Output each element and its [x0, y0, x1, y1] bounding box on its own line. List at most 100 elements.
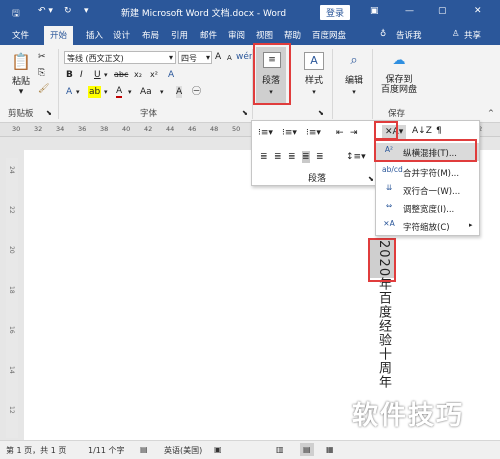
sort-icon[interactable]: A↓Z	[412, 125, 432, 137]
share-button[interactable]: 共享	[464, 29, 481, 41]
menu-item-label: 合并字符(M)...	[403, 169, 460, 179]
close-icon[interactable]: ✕	[474, 6, 482, 16]
superscript-button[interactable]: x²	[150, 69, 158, 81]
web-layout-icon[interactable]: ▦	[326, 445, 334, 454]
dialog-launcher-icon[interactable]: ⬊	[46, 107, 52, 119]
distribute-icon[interactable]: ≣	[316, 151, 324, 163]
login-button[interactable]: 登录	[320, 5, 351, 20]
undo-icon[interactable]: ↶ ▾	[38, 6, 53, 16]
ruler-tick-label: 44	[166, 125, 175, 133]
tab-review[interactable]: 审阅	[228, 29, 245, 41]
menu-item-two-lines[interactable]: ⇊ 双行合一(W)...	[376, 181, 479, 199]
editing-button[interactable]: ⌕ 编辑 ▾	[338, 49, 368, 101]
menu-item-char-scale[interactable]: ✕A 字符缩放(C) ▸	[376, 217, 479, 235]
italic-button[interactable]: I	[80, 69, 83, 81]
tab-view[interactable]: 视图	[256, 29, 273, 41]
tab-help[interactable]: 帮助	[284, 29, 301, 41]
enclose-char-icon[interactable]: ㊀	[192, 86, 201, 98]
highlight-icon[interactable]: ab	[88, 86, 102, 98]
dialog-launcher-icon[interactable]: ⬊	[318, 107, 324, 119]
ruler-tick-label: 40	[122, 125, 131, 133]
vertical-ruler[interactable]: 24 22 20 18 16 14 12	[6, 158, 18, 438]
restore-icon[interactable]: ▢	[438, 6, 447, 16]
page-count[interactable]: 第 1 页，共 1 页	[6, 445, 66, 456]
ribbon-options-icon[interactable]: ▣	[370, 6, 379, 16]
format-painter-icon[interactable]: 🖌	[38, 83, 49, 95]
quick-access-more-icon[interactable]: ▾	[84, 6, 89, 16]
ruler-tick-label: 36	[78, 125, 87, 133]
collapse-ribbon-icon[interactable]: ^	[488, 107, 494, 119]
tab-home[interactable]: 开始	[44, 26, 74, 46]
clear-format-icon[interactable]: A	[168, 69, 174, 81]
shrink-font-icon[interactable]: A	[227, 52, 232, 64]
tab-layout[interactable]: 布局	[142, 29, 159, 41]
tab-references[interactable]: 引用	[171, 29, 188, 41]
multilevel-list-icon[interactable]: ⁝≡▾	[306, 127, 321, 139]
clipboard-group-label: 剪贴板	[8, 109, 34, 119]
font-size-select[interactable]: 四号 ▾	[178, 51, 212, 64]
align-right-icon[interactable]: ≣	[288, 151, 296, 163]
chevron-down-icon[interactable]: ▾	[128, 86, 132, 98]
tell-me-input[interactable]: 告诉我	[396, 29, 422, 41]
macro-icon[interactable]: ▣	[214, 445, 222, 454]
align-center-icon[interactable]: ≣	[274, 151, 282, 163]
increase-indent-icon[interactable]: ⇥	[350, 127, 358, 139]
tab-mailings[interactable]: 邮件	[200, 29, 217, 41]
grow-font-icon[interactable]: A	[215, 51, 221, 63]
tab-file[interactable]: 文件	[12, 29, 29, 41]
line-spacing-icon[interactable]: ↕≡▾	[346, 151, 366, 163]
font-name-select[interactable]: 等线 (西文正文) ▾	[64, 51, 176, 64]
menu-item-label: 双行合一(W)...	[403, 187, 461, 197]
share-icon[interactable]: ♙	[452, 29, 460, 39]
ruler-tick-label: 30	[12, 125, 21, 133]
two-lines-icon: ⇊	[385, 183, 393, 192]
vruler-tick-label: 18	[8, 286, 15, 294]
document-page[interactable]	[24, 150, 350, 440]
text-effects-icon[interactable]: A	[66, 86, 72, 98]
vruler-tick-label: 14	[8, 366, 15, 374]
read-mode-icon[interactable]: ▥	[276, 445, 284, 454]
font-color-icon[interactable]: A	[116, 86, 123, 98]
language-status[interactable]: 英语(美国)	[164, 445, 202, 456]
decrease-indent-icon[interactable]: ⇤	[336, 127, 344, 139]
tab-baidu-netdisk[interactable]: 百度网盘	[312, 29, 346, 41]
bullets-icon[interactable]: ⁝≡▾	[258, 127, 273, 139]
submenu-arrow-icon: ▸	[469, 221, 473, 229]
chevron-down-icon[interactable]: ▾	[104, 69, 108, 81]
strikethrough-button[interactable]: abc	[114, 69, 128, 81]
tab-design[interactable]: 设计	[113, 29, 130, 41]
menu-item-label: 调整宽度(I)...	[403, 205, 455, 215]
chevron-down-icon: ▾	[205, 53, 210, 62]
bold-button[interactable]: B	[66, 69, 73, 81]
save-to-baidu-button[interactable]: ☁ 保存到 百度网盘	[376, 49, 420, 101]
paste-icon: 📋	[11, 52, 31, 71]
copy-icon[interactable]: ⎘	[38, 67, 45, 79]
dialog-launcher-icon[interactable]: ⬊	[242, 107, 248, 119]
styles-button[interactable]: A 样式 ▾	[298, 49, 328, 101]
change-case-icon[interactable]: Aa	[140, 86, 152, 98]
dialog-launcher-icon[interactable]: ⬊	[368, 173, 374, 185]
justify-icon[interactable]: ≣	[302, 151, 310, 163]
chevron-down-icon[interactable]: ▾	[160, 86, 164, 98]
ribbon: 📋 粘贴 ▾ ✂ ⎘ 🖌 剪贴板 ⬊ 等线 (西文正文) ▾ 四号 ▾ A A wé…	[0, 43, 500, 123]
tab-insert[interactable]: 插入	[86, 29, 103, 41]
chevron-down-icon[interactable]: ▾	[76, 86, 80, 98]
menu-item-fit-width[interactable]: ⇔ 调整宽度(I)...	[376, 199, 479, 217]
minimize-icon[interactable]: —	[405, 6, 414, 16]
watermark: 软件技巧	[352, 401, 465, 431]
char-shading-icon[interactable]: A	[176, 86, 183, 98]
show-marks-icon[interactable]: ¶	[436, 125, 442, 137]
subscript-button[interactable]: x₂	[134, 69, 142, 81]
underline-button[interactable]: U	[94, 69, 101, 81]
proofing-icon[interactable]: ▤	[140, 445, 148, 454]
align-left-icon[interactable]: ≣	[260, 151, 268, 163]
numbering-icon[interactable]: ⁝≡▾	[282, 127, 297, 139]
redo-icon[interactable]: ↻	[64, 6, 72, 16]
word-count[interactable]: 1/11 个字	[88, 445, 125, 456]
print-layout-icon[interactable]: ▤	[300, 443, 314, 456]
cut-icon[interactable]: ✂	[38, 51, 46, 63]
menu-item-combine-chars[interactable]: ab/cd 合并字符(M)...	[376, 163, 479, 181]
chevron-down-icon[interactable]: ▾	[104, 86, 108, 98]
paste-button[interactable]: 📋 粘贴 ▾	[8, 49, 32, 97]
save-icon[interactable]: 🖫	[12, 6, 20, 22]
